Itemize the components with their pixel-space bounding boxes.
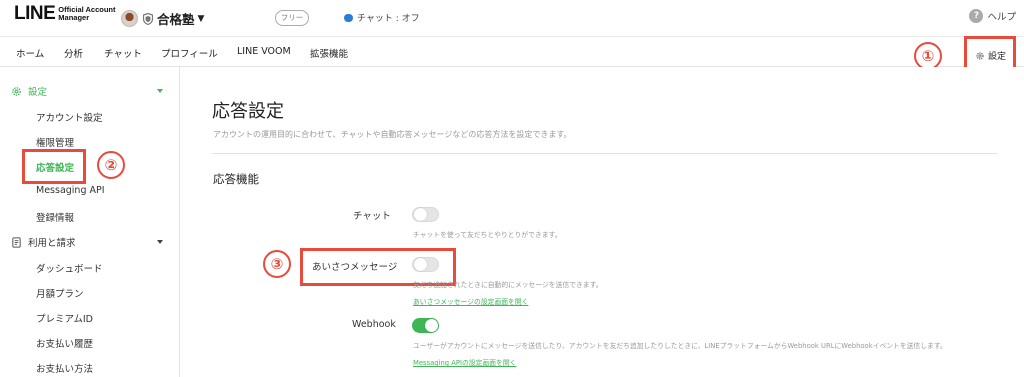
divider (212, 153, 998, 154)
annotation-3: ③ (263, 250, 291, 278)
sidebar-item-premium-id[interactable]: プレミアムID (36, 311, 93, 325)
annotation-box-2 (22, 149, 86, 184)
nav-home[interactable]: ホーム (16, 46, 44, 60)
sidebar-item-registration-info[interactable]: 登録情報 (36, 210, 74, 224)
sidebar-item-monthly-plan[interactable]: 月額プラン (36, 286, 84, 300)
webhook-description: ユーザーがアカウントにメッセージを送信したり、アカウントを友だち追加したりしたと… (413, 342, 947, 350)
sidebar-item-payment-history[interactable]: お支払い履歴 (36, 336, 93, 350)
section-title: 応答機能 (213, 172, 259, 186)
webhook-label: Webhook (352, 319, 396, 330)
page-title: 応答設定 (212, 101, 284, 122)
help-label: ヘルプ (987, 12, 1016, 23)
annotation-1: ① (914, 42, 942, 70)
shield-icon (143, 12, 153, 25)
nav-extensions[interactable]: 拡張機能 (310, 46, 348, 60)
nav-line-voom[interactable]: LINE VOOM (237, 46, 291, 57)
sidebar-item-payment-method[interactable]: お支払い方法 (36, 361, 93, 375)
nav-settings-label: 設定 (988, 52, 1007, 62)
gear-icon (976, 51, 984, 60)
chat-label: チャット (353, 211, 391, 222)
chevron-down-icon: ▼ (197, 13, 205, 24)
sidebar-item-messaging-api[interactable]: Messaging API (36, 185, 105, 196)
help-link[interactable]: ? ヘルプ (969, 9, 1016, 23)
account-name: 合格塾 (157, 12, 195, 27)
nav-analytics[interactable]: 分析 (64, 46, 83, 60)
greeting-message-label: あいさつメッセージ (312, 262, 398, 273)
main-nav: ホーム 分析 チャット プロフィール LINE VOOM 拡張機能 設定 (0, 36, 1024, 78)
help-icon: ? (969, 9, 984, 23)
logo-wordmark: LINE (14, 3, 56, 24)
greeting-message-settings-link[interactable]: あいさつメッセージの設定画面を開く (413, 296, 528, 306)
greeting-message-description: 友だち追加されたときに自動的にメッセージを送信できます。 (413, 281, 603, 289)
toggle-knob (414, 258, 427, 271)
toggle-knob (425, 319, 438, 332)
chat-status-text: チャット : オフ (357, 14, 420, 24)
messaging-api-settings-link[interactable]: Messaging APIの設定画面を開く (413, 357, 516, 367)
sidebar-section-billing[interactable]: 利用と請求 (11, 235, 76, 249)
nav-settings[interactable]: 設定 (975, 49, 1006, 62)
logo-subtitle: Official Account Manager (58, 4, 116, 22)
webhook-toggle[interactable] (412, 318, 439, 333)
sidebar-item-dashboard[interactable]: ダッシュボード (36, 261, 103, 275)
line-oa-logo[interactable]: LINE Official Account Manager (14, 4, 116, 23)
chat-toggle[interactable] (412, 207, 439, 222)
chat-bubble-icon (344, 13, 353, 22)
top-bar: LINE Official Account Manager 合格塾 ▼ フリー … (0, 0, 1024, 36)
chat-description: チャットを使って友だちとやりとりができます。 (413, 231, 562, 239)
sidebar-section-settings-label: 設定 (28, 87, 48, 98)
plan-badge: フリー (275, 10, 309, 26)
sidebar: 設定 アカウント設定 権限管理 応答設定 ② Messaging API 登録情… (0, 67, 180, 377)
gear-icon (12, 86, 21, 96)
chat-status[interactable]: チャット : オフ (344, 11, 420, 24)
greeting-message-toggle[interactable] (412, 257, 439, 272)
account-switcher[interactable]: 合格塾 ▼ (121, 9, 204, 28)
caret-down-icon[interactable] (157, 240, 163, 244)
main-content: 応答設定 アカウントの運用目的に合わせて、チャットや自動応答メッセージなどの応答… (181, 67, 1024, 377)
account-avatar (121, 10, 138, 27)
nav-profile[interactable]: プロフィール (161, 46, 218, 60)
sidebar-item-account-settings[interactable]: アカウント設定 (36, 110, 103, 124)
sidebar-item-permissions[interactable]: 権限管理 (36, 135, 74, 149)
receipt-icon (12, 236, 21, 248)
nav-chat[interactable]: チャット (104, 46, 142, 60)
sidebar-section-settings[interactable]: 設定 (11, 84, 47, 98)
sidebar-section-billing-label: 利用と請求 (28, 238, 76, 249)
caret-down-icon[interactable] (157, 89, 163, 93)
page-description: アカウントの運用目的に合わせて、チャットや自動応答メッセージなどの応答方法を設定… (213, 130, 572, 139)
annotation-2: ② (97, 151, 125, 179)
toggle-knob (414, 208, 427, 221)
